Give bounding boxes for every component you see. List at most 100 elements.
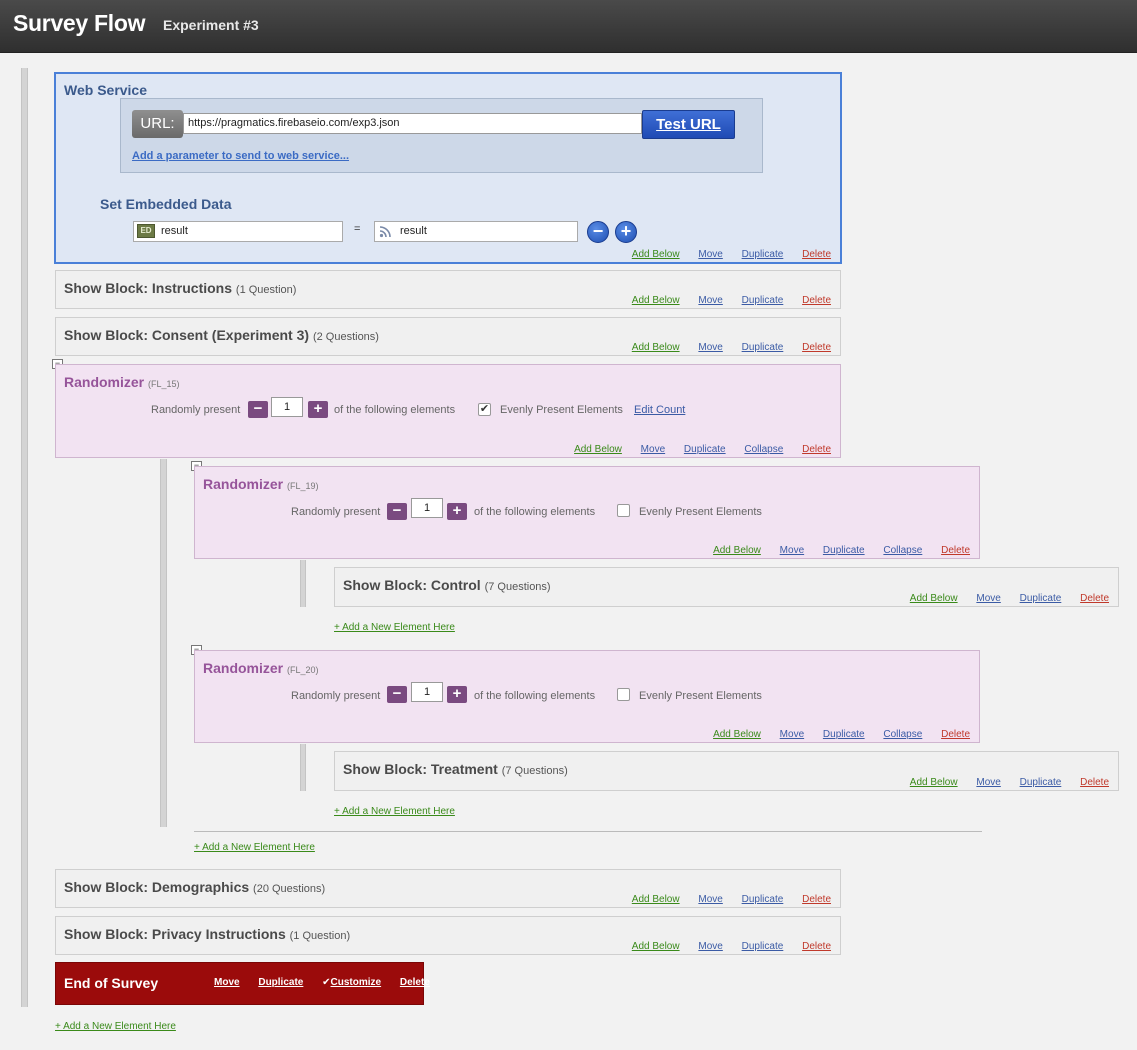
- embedded-field-name[interactable]: ED result: [133, 221, 343, 242]
- app-title: Survey Flow: [13, 10, 146, 36]
- add-below-link[interactable]: Add Below: [910, 593, 958, 604]
- randomizer-actions: Add Below Move Duplicate Collapse Delete: [697, 545, 970, 556]
- end-of-survey-title: End of Survey: [64, 975, 159, 991]
- collapse-link[interactable]: Collapse: [883, 545, 922, 556]
- add-element-link[interactable]: + Add a New Element Here: [334, 622, 455, 633]
- duplicate-link[interactable]: Duplicate: [742, 342, 784, 353]
- delete-link[interactable]: Delete: [802, 941, 831, 952]
- add-parameter-link[interactable]: Add a parameter to send to web service..…: [132, 150, 349, 162]
- delete-link[interactable]: Delete: [802, 444, 831, 455]
- move-link[interactable]: Move: [976, 593, 1000, 604]
- add-element-link[interactable]: + Add a New Element Here: [334, 806, 455, 817]
- remove-field-button[interactable]: −: [587, 221, 609, 243]
- delete-link[interactable]: Delete: [802, 342, 831, 353]
- present-count-input[interactable]: 1: [411, 498, 443, 518]
- duplicate-link[interactable]: Duplicate: [742, 894, 784, 905]
- edit-count-link[interactable]: Edit Count: [634, 404, 685, 416]
- duplicate-link[interactable]: Duplicate: [1020, 777, 1062, 788]
- delete-link[interactable]: Delete: [941, 545, 970, 556]
- add-below-link[interactable]: Add Below: [632, 894, 680, 905]
- delete-link[interactable]: Delete: [802, 894, 831, 905]
- increment-button[interactable]: +: [447, 503, 467, 520]
- block-demographics: Show Block: Demographics (20 Questions) …: [55, 869, 841, 908]
- evenly-present-label: Evenly Present Elements: [500, 404, 623, 416]
- block-actions: Add Below Move Duplicate Delete: [894, 593, 1109, 604]
- url-label: URL:: [132, 110, 183, 138]
- evenly-present-label: Evenly Present Elements: [639, 506, 762, 518]
- move-link[interactable]: Move: [698, 894, 722, 905]
- move-link[interactable]: Move: [976, 777, 1000, 788]
- delete-link[interactable]: Delete: [802, 295, 831, 306]
- add-element-link[interactable]: + Add a New Element Here: [55, 1021, 176, 1032]
- delete-link[interactable]: Delete: [400, 977, 430, 988]
- delete-link[interactable]: Delete: [802, 249, 831, 260]
- move-link[interactable]: Move: [698, 249, 722, 260]
- evenly-present-checkbox[interactable]: ✔: [478, 403, 491, 416]
- duplicate-link[interactable]: Duplicate: [742, 295, 784, 306]
- end-actions: Move Duplicate ✔Customize Delete: [214, 977, 446, 988]
- duplicate-link[interactable]: Duplicate: [823, 545, 865, 556]
- duplicate-link[interactable]: Duplicate: [742, 941, 784, 952]
- move-link[interactable]: Move: [780, 729, 804, 740]
- web-service-element: Web Service URL: https://pragmatics.fire…: [54, 72, 842, 264]
- add-below-link[interactable]: Add Below: [713, 545, 761, 556]
- evenly-present-checkbox[interactable]: [617, 688, 630, 701]
- move-link[interactable]: Move: [780, 545, 804, 556]
- decrement-button[interactable]: −: [248, 401, 268, 418]
- delete-link[interactable]: Delete: [1080, 593, 1109, 604]
- add-below-link[interactable]: Add Below: [713, 729, 761, 740]
- embedded-field-value-text: result: [400, 225, 427, 237]
- increment-button[interactable]: +: [308, 401, 328, 418]
- flow-line-randomizer-fl19: [300, 560, 306, 607]
- url-panel: URL: https://pragmatics.firebaseio.com/e…: [120, 98, 763, 173]
- flow-line-randomizer-fl15: [160, 459, 167, 827]
- block-privacy-instructions: Show Block: Privacy Instructions (1 Ques…: [55, 916, 841, 955]
- increment-button[interactable]: +: [447, 686, 467, 703]
- feed-icon: [379, 226, 391, 238]
- move-link[interactable]: Move: [698, 295, 722, 306]
- add-below-link[interactable]: Add Below: [910, 777, 958, 788]
- move-link[interactable]: Move: [641, 444, 665, 455]
- evenly-present-checkbox[interactable]: [617, 504, 630, 517]
- duplicate-link[interactable]: Duplicate: [742, 249, 784, 260]
- block-actions: Add Below Move Duplicate Delete: [616, 941, 831, 952]
- duplicate-link[interactable]: Duplicate: [1020, 593, 1062, 604]
- block-title: Show Block: Instructions (1 Question): [64, 280, 297, 296]
- move-link[interactable]: Move: [214, 977, 240, 988]
- decrement-button[interactable]: −: [387, 686, 407, 703]
- move-link[interactable]: Move: [698, 941, 722, 952]
- web-service-actions: Add Below Move Duplicate Delete: [616, 249, 831, 260]
- add-below-link[interactable]: Add Below: [632, 342, 680, 353]
- test-url-button[interactable]: Test URL: [642, 110, 735, 139]
- randomizer-actions: Add Below Move Duplicate Collapse Delete: [558, 444, 831, 455]
- duplicate-link[interactable]: Duplicate: [684, 444, 726, 455]
- present-count-input[interactable]: 1: [411, 682, 443, 702]
- embedded-field-name-value: result: [161, 225, 188, 237]
- delete-link[interactable]: Delete: [1080, 777, 1109, 788]
- embedded-field-value[interactable]: result: [374, 221, 578, 242]
- duplicate-link[interactable]: Duplicate: [823, 729, 865, 740]
- move-link[interactable]: Move: [698, 342, 722, 353]
- add-field-button[interactable]: +: [615, 221, 637, 243]
- delete-link[interactable]: Delete: [941, 729, 970, 740]
- url-input[interactable]: https://pragmatics.firebaseio.com/exp3.j…: [183, 113, 642, 134]
- randomizer-title: Randomizer (FL_15): [64, 374, 180, 390]
- randomizer-fl15: Randomizer (FL_15) Randomly present − 1 …: [55, 364, 841, 458]
- evenly-present-label: Evenly Present Elements: [639, 690, 762, 702]
- collapse-link[interactable]: Collapse: [744, 444, 783, 455]
- block-control: Show Block: Control (7 Questions) Add Be…: [334, 567, 1119, 607]
- customize-link[interactable]: Customize: [331, 977, 382, 988]
- block-actions: Add Below Move Duplicate Delete: [616, 342, 831, 353]
- decrement-button[interactable]: −: [387, 503, 407, 520]
- add-below-link[interactable]: Add Below: [632, 941, 680, 952]
- collapse-link[interactable]: Collapse: [883, 729, 922, 740]
- block-instructions: Show Block: Instructions (1 Question) Ad…: [55, 270, 841, 309]
- block-actions: Add Below Move Duplicate Delete: [616, 894, 831, 905]
- add-below-link[interactable]: Add Below: [632, 295, 680, 306]
- add-below-link[interactable]: Add Below: [574, 444, 622, 455]
- add-below-link[interactable]: Add Below: [632, 249, 680, 260]
- duplicate-link[interactable]: Duplicate: [258, 977, 303, 988]
- present-count-input[interactable]: 1: [271, 397, 303, 417]
- block-title: Show Block: Consent (Experiment 3) (2 Qu…: [64, 327, 379, 343]
- add-element-link[interactable]: + Add a New Element Here: [194, 842, 315, 853]
